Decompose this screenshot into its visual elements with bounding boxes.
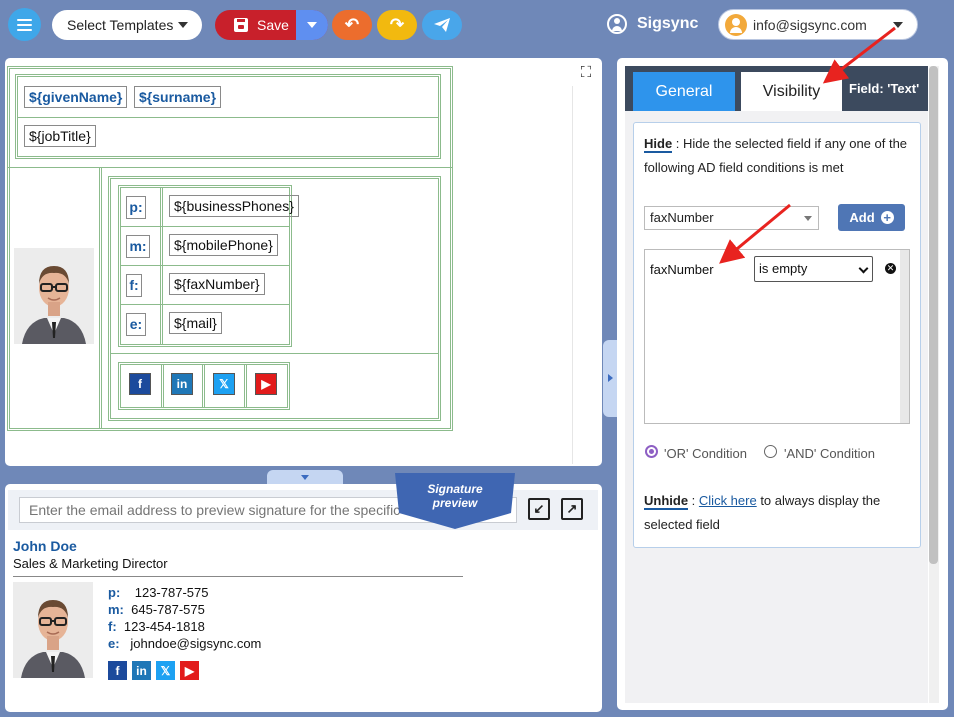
annotation-arrows — [719, 26, 896, 264]
arrow-to-condition — [719, 203, 791, 264]
arrow-to-visibility-tab — [822, 26, 896, 84]
